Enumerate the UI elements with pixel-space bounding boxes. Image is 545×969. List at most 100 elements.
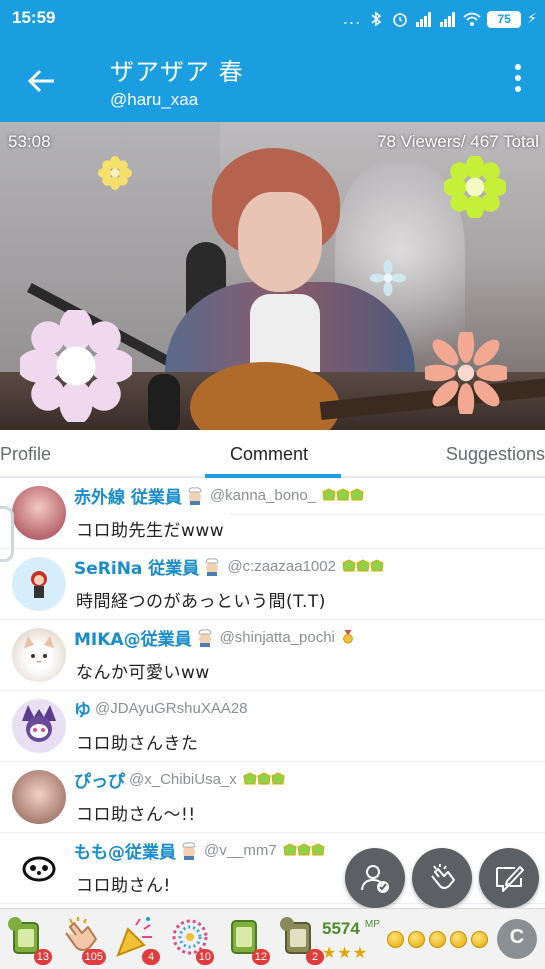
gift-tea-item[interactable]: 13 [6, 915, 52, 965]
comment-text: なんか可愛いww [76, 663, 210, 683]
gift-popper-item[interactable]: 4 [114, 915, 160, 965]
comment-header: ゆ @JDAyuGRshuXAA28 [74, 696, 248, 721]
commenter-name[interactable]: SeRiNa 従業員 [74, 554, 199, 579]
gift-clap-item[interactable]: 105 [60, 915, 106, 965]
comment-header: MIKA@従業員 @shinjatta_pochi [74, 625, 355, 650]
flower-sticker-icon [370, 260, 406, 296]
comment-header: 赤外線 従業員 @kanna_bono_ [74, 483, 366, 508]
avatar-character-icon [22, 705, 56, 742]
rank-badge-icon [342, 559, 384, 572]
battery-level: 75 [497, 11, 511, 26]
comment-text: コロ助さん〜!! [76, 805, 196, 825]
status-time: 15:59 [12, 8, 56, 27]
staff-chef-icon [182, 842, 196, 860]
commenter-handle: @v__mm7 [204, 841, 277, 859]
coin-shop-button[interactable]: C [497, 919, 537, 959]
gift-tea-item[interactable]: 2 [278, 915, 324, 965]
mp-value: 5574 [322, 919, 360, 938]
comment-item: 赤外線 従業員 @kanna_bono_ コロ助先生だwww [0, 478, 545, 549]
alarm-icon [393, 13, 407, 27]
stream-timer: 53:08 [8, 132, 51, 151]
commenter-handle: @shinjatta_pochi [219, 628, 335, 646]
coin-icon [471, 931, 488, 948]
wifi-icon [463, 12, 481, 26]
gift-count: 12 [251, 949, 270, 965]
tab-profile[interactable]: Profile [0, 444, 51, 465]
mp-points: 5574 MP ★★★ [322, 919, 380, 962]
comment-text: コロ助さん! [76, 876, 171, 896]
broadcaster-handle: @haru_xaa [110, 90, 199, 109]
signal-icon [416, 12, 432, 27]
edit-comment-icon [496, 866, 524, 892]
applause-button[interactable] [412, 848, 472, 908]
status-icons: ... 75 ⚡ [343, 9, 537, 29]
rank-badge-icon [283, 843, 325, 856]
microphone-image [148, 374, 180, 430]
gift-tea-item[interactable]: 12 [224, 915, 270, 965]
avatar[interactable] [12, 628, 66, 682]
commenter-handle: @c:zaazaa1002 [227, 557, 336, 575]
follow-user-button[interactable] [345, 848, 405, 908]
notification-dots: ... [342, 9, 362, 28]
gift-fireworks-item[interactable]: 10 [168, 915, 214, 965]
comment-item: MIKA@従業員 @shinjatta_pochi なんか可愛いww [0, 620, 545, 691]
medal-badge-icon [343, 630, 353, 644]
flower-sticker-icon [98, 156, 132, 190]
comment-item: ゆ @JDAyuGRshuXAA28 コロ助さんきた [0, 691, 545, 762]
back-arrow-icon[interactable] [22, 62, 60, 100]
coin-icon [450, 931, 467, 948]
broadcaster-name: ザアザア 春 [110, 58, 244, 86]
avatar[interactable] [12, 486, 66, 540]
avatar[interactable] [12, 841, 66, 895]
staff-chef-icon [198, 629, 211, 647]
battery-icon: 75 [487, 10, 522, 28]
tab-bar: Profile Comment Suggestions [0, 430, 545, 515]
comment-item: ぴっぴ @x_ChibiUsa_x コロ助さん〜!! [0, 762, 545, 833]
gift-bar: 13 105 4 10 12 2 5574 MP ★★★ C [0, 908, 545, 969]
rating-stars: ★★★ [322, 943, 369, 962]
screen: 15:59 ... 75 ⚡ ザアザア 春 @haru_xaa 53:08 78… [0, 0, 545, 969]
comment-list[interactable]: 赤外線 従業員 @kanna_bono_ コロ助先生だwww SeRiNa 従業… [0, 478, 545, 908]
avatar[interactable] [12, 557, 66, 611]
staff-chef-icon [188, 487, 202, 505]
flower-sticker-icon [20, 310, 132, 422]
live-video[interactable]: 53:08 78 Viewers/ 467 Total [0, 122, 545, 430]
tab-suggestions[interactable]: Suggestions [446, 444, 545, 465]
more-options-icon[interactable] [511, 64, 525, 98]
comment-header: もも@従業員 @v__mm7 [74, 838, 327, 863]
coin-icon [429, 931, 446, 948]
gift-count: 105 [81, 949, 106, 965]
commenter-name[interactable]: MIKA@従業員 [74, 625, 192, 650]
rank-badge-icon [322, 488, 364, 501]
viewer-count: 78 Viewers/ 467 Total [377, 132, 539, 151]
commenter-handle: @JDAyuGRshuXAA28 [95, 699, 248, 717]
status-bar: 15:59 ... 75 ⚡ [0, 0, 545, 38]
gift-count: 4 [142, 949, 160, 965]
commenter-name[interactable]: ぴっぴ [74, 767, 125, 792]
commenter-name[interactable]: もも@従業員 [74, 838, 176, 863]
avatar-character-icon [31, 571, 47, 598]
avatar[interactable] [12, 770, 66, 824]
gift-count: 10 [195, 949, 214, 965]
signal-icon [440, 12, 456, 27]
bluetooth-icon [371, 11, 382, 27]
commenter-name[interactable]: ゆ [74, 696, 91, 721]
flower-sticker-icon [425, 332, 507, 414]
rank-badge-icon [243, 772, 285, 785]
staff-chef-icon [205, 558, 219, 576]
clap-icon [431, 864, 455, 889]
comment-header: SeRiNa 従業員 @c:zaazaa1002 [74, 554, 386, 579]
write-comment-button[interactable] [479, 848, 539, 908]
commenter-name[interactable]: 赤外線 従業員 [74, 483, 182, 508]
avatar[interactable] [12, 699, 66, 753]
commenter-handle: @kanna_bono_ [209, 486, 317, 504]
gift-count: 13 [33, 949, 52, 965]
coin-icon [387, 931, 404, 948]
mp-unit: MP [364, 919, 380, 930]
avatar-cat-icon [24, 636, 54, 663]
scroll-indicator[interactable] [0, 506, 14, 562]
flower-sticker-icon [444, 156, 506, 218]
coin-shop-label: C [509, 926, 525, 948]
app-bar: ザアザア 春 @haru_xaa [0, 38, 545, 122]
coin-meter [387, 931, 488, 948]
